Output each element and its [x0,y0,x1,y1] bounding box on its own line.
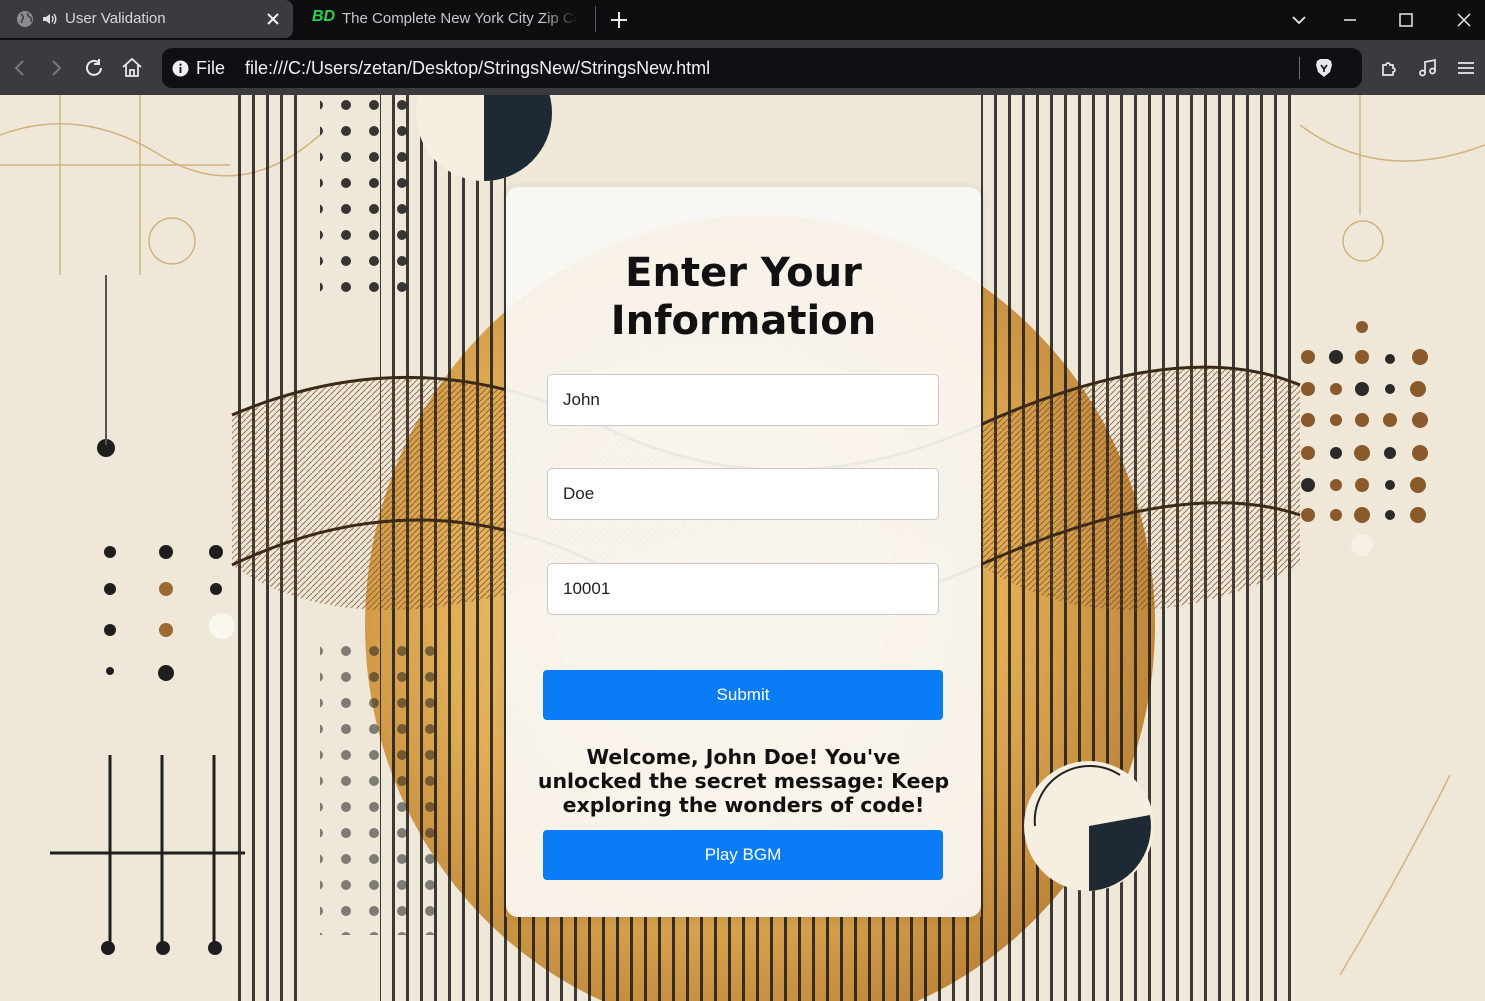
reload-icon[interactable] [82,56,106,80]
chevron-down-icon[interactable] [1287,8,1311,32]
page-title: Enter Your Information [610,250,877,344]
bd-favicon: BD [312,8,336,25]
maximize-icon[interactable] [1394,8,1418,32]
window-close-icon[interactable] [1452,8,1476,32]
home-icon[interactable] [120,56,144,80]
minimize-icon[interactable] [1338,8,1362,32]
tab-nyc-zip-codes[interactable]: BD The Complete New York City Zip Codes … [296,0,594,38]
address-bar[interactable]: File file:///C:/Users/zetan/Desktop/Stri… [162,48,1362,88]
url-scheme-label: File [196,58,226,78]
submit-button[interactable]: Submit [543,670,943,720]
close-icon[interactable] [264,10,282,28]
media-icon[interactable] [1416,56,1440,80]
browser-toolbar: File file:///C:/Users/zetan/Desktop/Stri… [0,40,1485,95]
back-icon[interactable] [8,56,32,80]
tab-bar: User Validation BD The Complete New York… [0,0,1485,40]
page-viewport: Enter Your Information Submit Welcome, J… [0,95,1485,1001]
play-bgm-button[interactable]: Play BGM [543,830,943,880]
info-icon[interactable] [172,60,189,77]
speaker-icon[interactable] [41,11,57,27]
new-tab-icon[interactable] [608,9,630,31]
last-name-field[interactable] [547,468,939,520]
brave-shield-icon[interactable] [1313,57,1335,79]
tab-title: The Complete New York City Zip Codes Lis… [342,10,578,27]
extensions-icon[interactable] [1378,56,1402,80]
secret-message: Welcome, John Doe! You've unlocked the s… [537,745,950,817]
url-divider [1299,57,1300,79]
globe-icon [17,11,33,27]
tab-separator [595,6,596,32]
form-card: Enter Your Information Submit Welcome, J… [506,187,981,917]
url-text[interactable]: file:///C:/Users/zetan/Desktop/StringsNe… [245,58,710,79]
zip-code-field[interactable] [547,563,939,615]
tab-user-validation[interactable]: User Validation [0,0,293,38]
tab-title: User Validation [65,10,166,27]
first-name-field[interactable] [547,374,939,426]
menu-icon[interactable] [1454,56,1478,80]
forward-icon[interactable] [44,56,68,80]
